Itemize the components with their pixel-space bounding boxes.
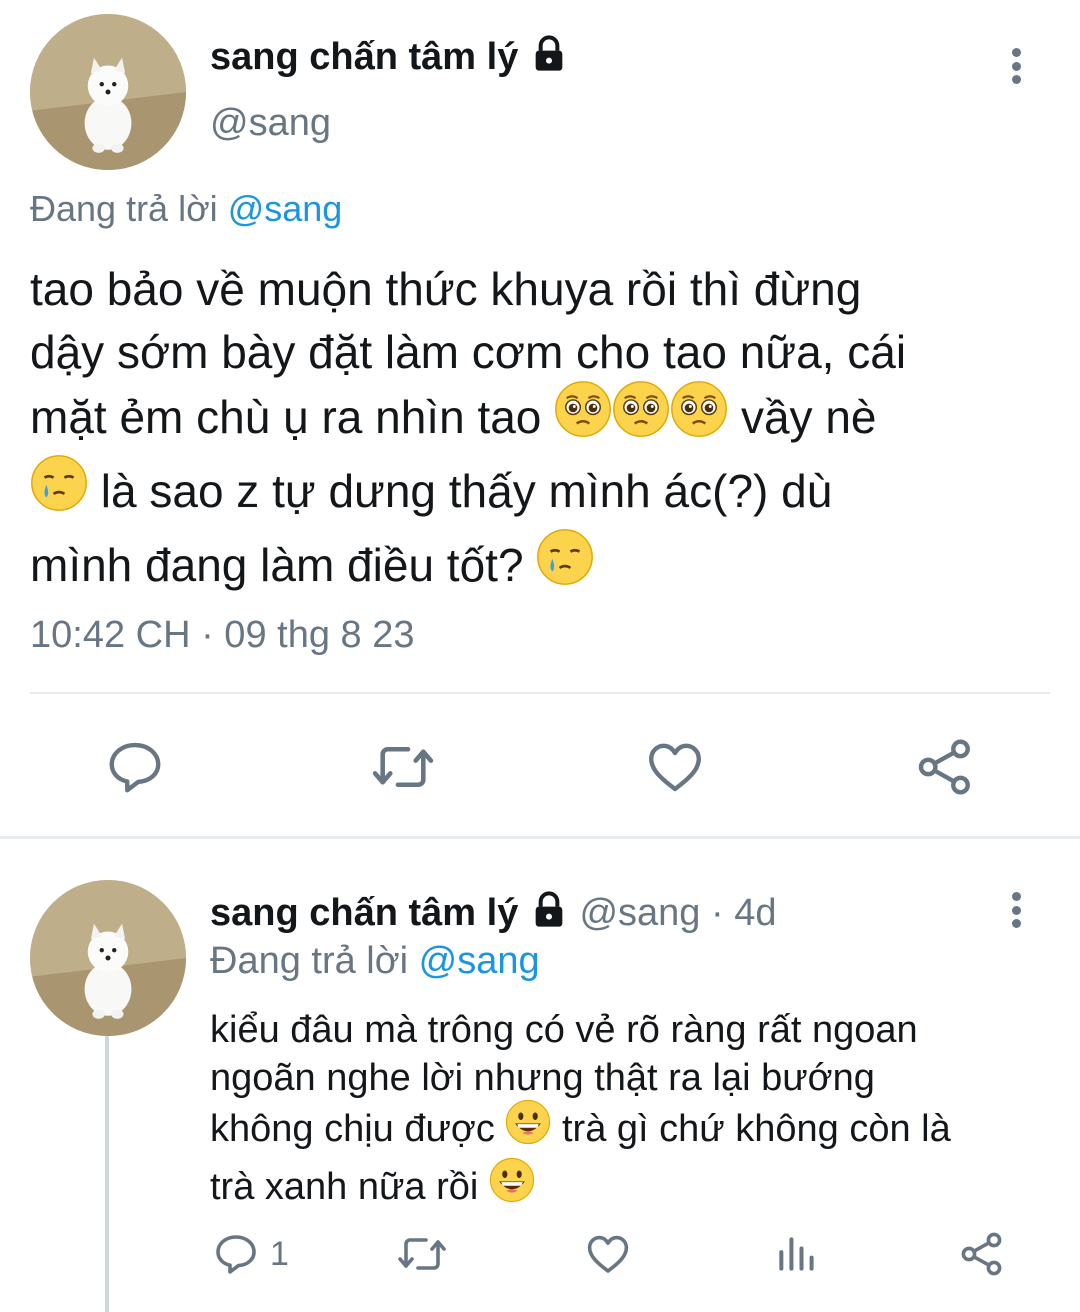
like-button[interactable] — [584, 1230, 632, 1278]
text-segment: mình đang làm điều tốt? — [30, 539, 524, 592]
like-button[interactable] — [644, 736, 706, 798]
retweet-button[interactable] — [396, 1230, 448, 1278]
retweet-icon — [372, 746, 434, 788]
crying-face-emoji — [536, 528, 594, 602]
reply-count: 1 — [270, 1234, 289, 1273]
tweet-text: tao bảo về muộn thức khuya rồi thì đừng … — [30, 258, 906, 606]
lock-icon — [529, 34, 569, 84]
text-line: ngoãn nghe lời nhưng thật ra lại bướng — [210, 1057, 875, 1099]
text-line: mình đang làm điều tốt? — [30, 529, 906, 606]
analytics-button[interactable] — [774, 1232, 818, 1276]
text-line: dậy sớm bày đặt làm cơm cho tao nữa, cái — [30, 326, 907, 378]
text-line: kiểu đâu mà trông có vẻ rõ ràng rất ngoa… — [210, 1009, 918, 1051]
reply-prefix: Đang trả lời — [30, 188, 218, 229]
analytics-icon — [779, 1237, 814, 1271]
thread-line — [105, 1036, 109, 1312]
retweet-icon — [398, 1238, 446, 1270]
text-segment: mặt ẻm chù ụ ra nhìn tao — [30, 391, 542, 444]
heart-icon — [649, 743, 701, 792]
reply-to-mention[interactable]: @sang — [419, 940, 540, 982]
avatar[interactable] — [30, 14, 186, 170]
lock-icon — [529, 890, 569, 940]
more-vertical-icon[interactable] — [1006, 892, 1026, 928]
more-vertical-icon[interactable] — [1006, 48, 1026, 84]
reply-context: Đang trả lời @sang — [210, 940, 540, 983]
tweet-age[interactable]: 4d — [734, 892, 776, 934]
text-line: mặt ẻm chù ụ ra nhìn tao vầy nè — [30, 381, 906, 458]
pleading-face-emoji — [554, 380, 612, 454]
tweet-timestamp[interactable]: 10:42 CH · 09 thg 8 23 — [30, 614, 414, 657]
author-handle[interactable]: @sang — [210, 102, 331, 145]
share-button[interactable] — [958, 1230, 1006, 1278]
pleading-face-emoji — [670, 380, 728, 454]
share-icon — [961, 1232, 1002, 1276]
reply-icon — [216, 1235, 256, 1274]
reply-author-header: sang chấn tâm lý @sang · 4d — [210, 890, 777, 940]
text-line: trà xanh nữa rồi — [210, 1157, 951, 1218]
separator-dot: · — [711, 892, 724, 935]
crying-face-emoji — [30, 454, 88, 528]
reply-to-mention[interactable]: @sang — [228, 188, 343, 229]
text-line: là sao z tự dưng thấy mình ác(?) dù — [30, 455, 906, 532]
reply-context: Đang trả lời @sang — [30, 188, 342, 230]
grinning-squint-emoji — [489, 1157, 535, 1215]
text-segment: trà gì chứ không còn là — [561, 1108, 951, 1151]
avatar[interactable] — [30, 880, 186, 1036]
grinning-squint-emoji — [505, 1099, 551, 1157]
reply-button[interactable]: 1 — [212, 1230, 289, 1278]
share-icon — [918, 739, 970, 795]
pleading-face-emoji — [612, 380, 670, 454]
text-segment: không chịu được — [210, 1108, 495, 1151]
author-name-text: sang chấn tâm lý — [210, 36, 519, 79]
author-name-text[interactable]: sang chấn tâm lý — [210, 892, 518, 934]
heart-icon — [587, 1235, 629, 1273]
share-button[interactable] — [914, 736, 976, 798]
reply-icon — [109, 742, 161, 793]
reply-button[interactable] — [104, 736, 166, 798]
reply-text: kiểu đâu mà trông có vẻ rõ ràng rất ngoa… — [210, 1006, 951, 1218]
author-handle[interactable]: @sang — [579, 892, 700, 934]
text-segment: trà xanh nữa rồi — [210, 1166, 479, 1209]
reply-prefix: Đang trả lời — [210, 940, 409, 982]
retweet-button[interactable] — [370, 736, 436, 798]
text-line: không chịu được trà gì chứ không còn là — [210, 1099, 951, 1160]
text-segment: vầy nè — [740, 391, 877, 444]
section-divider — [0, 836, 1080, 839]
divider — [30, 692, 1050, 694]
text-segment: là sao z tự dưng thấy mình ác(?) dù — [100, 465, 833, 518]
author-name[interactable]: sang chấn tâm lý — [210, 34, 569, 84]
text-line: tao bảo về muộn thức khuya rồi thì đừng — [30, 263, 862, 315]
